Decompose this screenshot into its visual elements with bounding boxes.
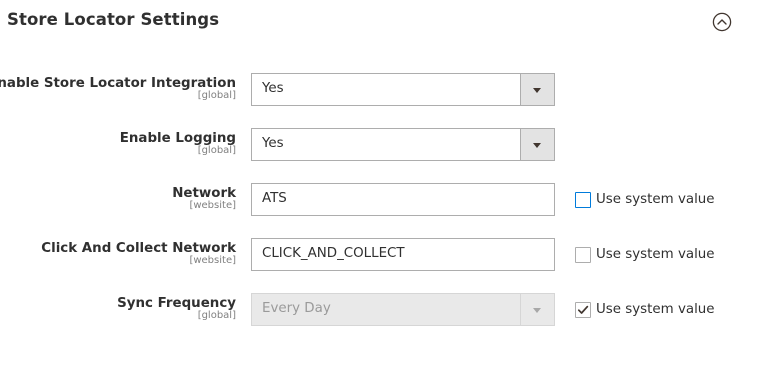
dropdown-arrow-icon[interactable]: [520, 129, 554, 160]
select-value: Yes: [262, 136, 284, 151]
sync-frequency-select: Every Day: [251, 293, 555, 326]
use-system-value-checkbox[interactable]: [575, 247, 591, 263]
use-system-value-label[interactable]: Use system value: [596, 301, 715, 318]
use-system-value-checkbox[interactable]: [575, 192, 591, 208]
field-row-click-and-collect: Click And Collect Network [website] CLIC…: [0, 238, 765, 272]
use-system-value-checkbox[interactable]: [575, 302, 591, 318]
input-value: CLICK_AND_COLLECT: [262, 246, 405, 261]
field-label-group: Click And Collect Network [website]: [41, 239, 236, 266]
chevron-up-circle-icon[interactable]: [712, 12, 732, 32]
field-row-network: Network [website] ATS Use system value: [0, 183, 765, 217]
input-value: ATS: [262, 191, 287, 206]
section-header[interactable]: Store Locator Settings: [0, 0, 765, 42]
field-label-group: Sync Frequency [global]: [117, 294, 236, 321]
field-label-group: Enable Store Locator Integration [global…: [0, 74, 236, 101]
field-row-sync-frequency: Sync Frequency [global] Every Day Use sy…: [0, 293, 765, 327]
checkmark-icon: [577, 305, 589, 314]
use-system-value-label[interactable]: Use system value: [596, 191, 715, 208]
dropdown-arrow-icon: [520, 294, 554, 325]
select-value: Yes: [262, 81, 284, 96]
select-value: Every Day: [262, 301, 331, 316]
enable-store-locator-select[interactable]: Yes: [251, 73, 555, 106]
enable-logging-select[interactable]: Yes: [251, 128, 555, 161]
click-and-collect-network-input[interactable]: CLICK_AND_COLLECT: [251, 238, 555, 271]
use-system-value-label[interactable]: Use system value: [596, 246, 715, 263]
field-row-enable-logging: Enable Logging [global] Yes: [0, 128, 765, 162]
field-label-group: Enable Logging [global]: [120, 129, 236, 156]
section-title[interactable]: Store Locator Settings: [7, 10, 219, 29]
field-row-enable-store-locator: Enable Store Locator Integration [global…: [0, 73, 765, 107]
field-label-group: Network [website]: [172, 184, 236, 211]
network-input[interactable]: ATS: [251, 183, 555, 216]
dropdown-arrow-icon[interactable]: [520, 74, 554, 105]
